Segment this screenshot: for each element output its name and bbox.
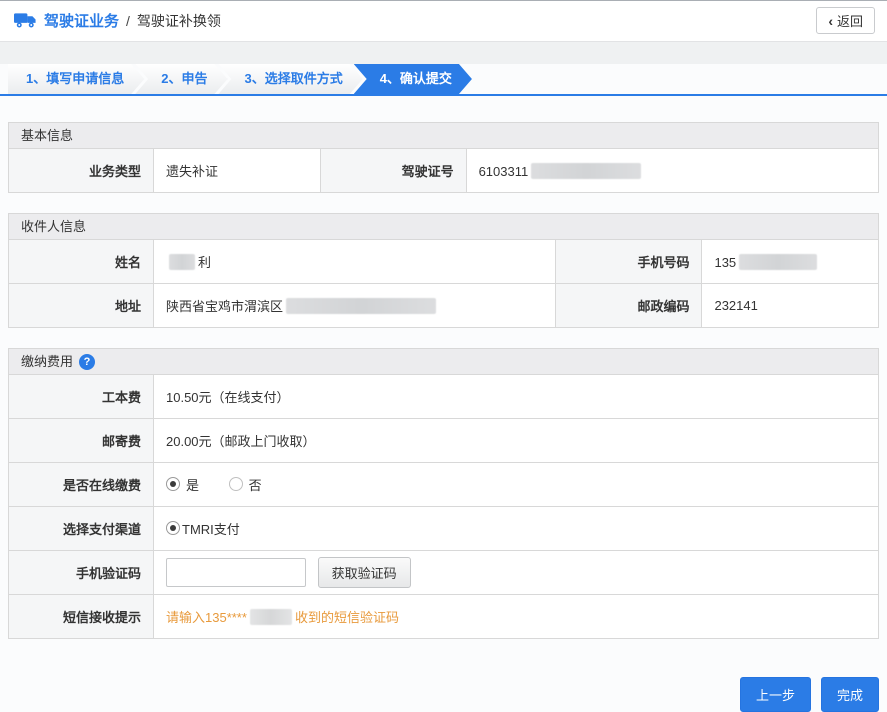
table-row: 是否在线缴费 是 否 xyxy=(9,463,879,507)
phone-text: 135 xyxy=(714,255,736,270)
license-number-value: 6103311 xyxy=(466,149,878,193)
production-fee-value: 10.50元（在线支付） xyxy=(154,375,879,419)
basic-info-section: 基本信息 业务类型 遗失补证 驾驶证号 6103311 xyxy=(8,122,879,193)
table-row: 邮寄费 20.00元（邮政上门收取） xyxy=(9,419,879,463)
page: 驾驶证业务 / 驾驶证补换领 ‹ 返回 1、填写申请信息 2、申告 3、选择取件… xyxy=(0,0,887,712)
basic-info-title: 基本信息 xyxy=(21,123,73,149)
step-label: 2、申告 xyxy=(161,71,207,86)
radio-unchecked-icon xyxy=(229,477,243,491)
back-label: 返回 xyxy=(837,11,863,30)
online-payment-label: 是否在线缴费 xyxy=(9,463,154,507)
phone-value: 135 xyxy=(702,240,879,284)
business-type-text: 遗失补证 xyxy=(166,164,218,179)
sms-tip-label: 短信接收提示 xyxy=(9,595,154,639)
breadcrumb: 驾驶证业务 / 驾驶证补换领 xyxy=(14,10,221,31)
redacted-sms-digits xyxy=(250,609,292,625)
business-type-value: 遗失补证 xyxy=(154,149,321,193)
previous-step-button[interactable]: 上一步 xyxy=(740,677,811,712)
recipient-info-header: 收件人信息 xyxy=(8,213,879,240)
step-wizard: 1、填写申请信息 2、申告 3、选择取件方式 4、确认提交 xyxy=(0,64,887,96)
postage-fee-label: 邮寄费 xyxy=(9,419,154,463)
online-pay-no-label: 否 xyxy=(249,475,262,494)
table-row: 选择支付渠道 TMRI支付 xyxy=(9,507,879,551)
step-1-fill-application[interactable]: 1、填写申请信息 xyxy=(8,64,144,94)
table-row: 地址 陕西省宝鸡市渭滨区 邮政编码 232141 xyxy=(9,284,879,328)
main-content: 基本信息 业务类型 遗失补证 驾驶证号 6103311 收件人信息 xyxy=(0,96,887,712)
name-label: 姓名 xyxy=(9,240,154,284)
help-icon[interactable]: ? xyxy=(79,354,95,370)
breadcrumb-separator: / xyxy=(126,13,130,29)
radio-checked-icon xyxy=(166,477,180,491)
redacted-phone xyxy=(739,254,817,270)
recipient-info-section: 收件人信息 姓名 利 手机号码 135 地址 陕西省宝鸡市 xyxy=(8,213,879,328)
step-label: 4、确认提交 xyxy=(380,71,452,86)
get-code-button[interactable]: 获取验证码 xyxy=(318,557,411,588)
topbar: 驾驶证业务 / 驾驶证补换领 ‹ 返回 xyxy=(0,1,887,42)
address-value: 陕西省宝鸡市渭滨区 xyxy=(154,284,556,328)
redacted-address xyxy=(286,298,436,314)
step-2-declaration[interactable]: 2、申告 xyxy=(135,64,227,94)
payment-channel-label: 选择支付渠道 xyxy=(9,507,154,551)
step-3-pickup-method[interactable]: 3、选择取件方式 xyxy=(218,64,362,94)
online-payment-value: 是 否 xyxy=(154,463,879,507)
table-row: 手机验证码 获取验证码 xyxy=(9,551,879,595)
license-number-label: 驾驶证号 xyxy=(320,149,466,193)
online-pay-yes-option[interactable]: 是 xyxy=(166,475,199,494)
production-fee-label: 工本费 xyxy=(9,375,154,419)
license-number-text: 6103311 xyxy=(479,164,529,179)
online-pay-yes-label: 是 xyxy=(186,475,199,494)
address-label: 地址 xyxy=(9,284,154,328)
breadcrumb-title[interactable]: 驾驶证业务 xyxy=(44,10,119,31)
postage-fee-text: 20.00元（邮政上门收取） xyxy=(166,434,316,449)
back-chevron-icon: ‹ xyxy=(828,14,833,28)
redacted-license-number xyxy=(531,163,641,179)
table-row: 业务类型 遗失补证 驾驶证号 6103311 xyxy=(9,149,879,193)
production-fee-text: 10.50元（在线支付） xyxy=(166,390,290,405)
sms-tip-text: 请输入135**** 收到的短信验证码 xyxy=(166,610,399,625)
truck-icon xyxy=(14,12,37,29)
back-button[interactable]: ‹ 返回 xyxy=(816,7,875,34)
redacted-name xyxy=(169,254,195,270)
fees-table: 工本费 10.50元（在线支付） 邮寄费 20.00元（邮政上门收取） 是否在线… xyxy=(8,374,879,639)
captcha-input[interactable] xyxy=(166,558,306,587)
step-label: 3、选择取件方式 xyxy=(244,71,342,86)
name-text: 利 xyxy=(198,255,211,270)
fees-header: 缴纳费用 ? xyxy=(8,348,879,375)
basic-info-table: 业务类型 遗失补证 驾驶证号 6103311 xyxy=(8,148,879,193)
step-label: 1、填写申请信息 xyxy=(26,71,124,86)
recipient-info-title: 收件人信息 xyxy=(21,214,86,240)
business-type-label: 业务类型 xyxy=(9,149,154,193)
fees-section: 缴纳费用 ? 工本费 10.50元（在线支付） 邮寄费 20.00元（邮政上门收… xyxy=(8,348,879,639)
tmri-pay-option[interactable]: TMRI支付 xyxy=(166,519,240,538)
sms-tip-prefix: 请输入135**** xyxy=(166,610,247,625)
footer-actions: 上一步 完成 xyxy=(8,659,879,712)
postcode-label: 邮政编码 xyxy=(556,284,702,328)
postcode-value: 232141 xyxy=(702,284,879,328)
step-4-confirm-submit[interactable]: 4、确认提交 xyxy=(354,64,472,94)
name-value: 利 xyxy=(154,240,556,284)
postcode-text: 232141 xyxy=(714,298,757,313)
table-row: 工本费 10.50元（在线支付） xyxy=(9,375,879,419)
radio-checked-icon xyxy=(166,521,180,535)
sms-tip-value: 请输入135**** 收到的短信验证码 xyxy=(154,595,879,639)
tmri-pay-label: TMRI支付 xyxy=(182,519,240,538)
captcha-cell: 获取验证码 xyxy=(154,551,879,595)
postage-fee-value: 20.00元（邮政上门收取） xyxy=(154,419,879,463)
address-text: 陕西省宝鸡市渭滨区 xyxy=(166,299,283,314)
captcha-label: 手机验证码 xyxy=(9,551,154,595)
recipient-info-table: 姓名 利 手机号码 135 地址 陕西省宝鸡市渭滨区 邮政编码 xyxy=(8,239,879,328)
online-pay-no-option[interactable]: 否 xyxy=(229,475,262,494)
basic-info-header: 基本信息 xyxy=(8,122,879,149)
spacer xyxy=(0,42,887,64)
phone-label: 手机号码 xyxy=(556,240,702,284)
sms-tip-suffix: 收到的短信验证码 xyxy=(295,610,399,625)
payment-channel-value: TMRI支付 xyxy=(154,507,879,551)
fees-title: 缴纳费用 xyxy=(21,349,73,375)
table-row: 姓名 利 手机号码 135 xyxy=(9,240,879,284)
finish-button[interactable]: 完成 xyxy=(821,677,879,712)
breadcrumb-current: 驾驶证补换领 xyxy=(137,11,221,31)
table-row: 短信接收提示 请输入135**** 收到的短信验证码 xyxy=(9,595,879,639)
